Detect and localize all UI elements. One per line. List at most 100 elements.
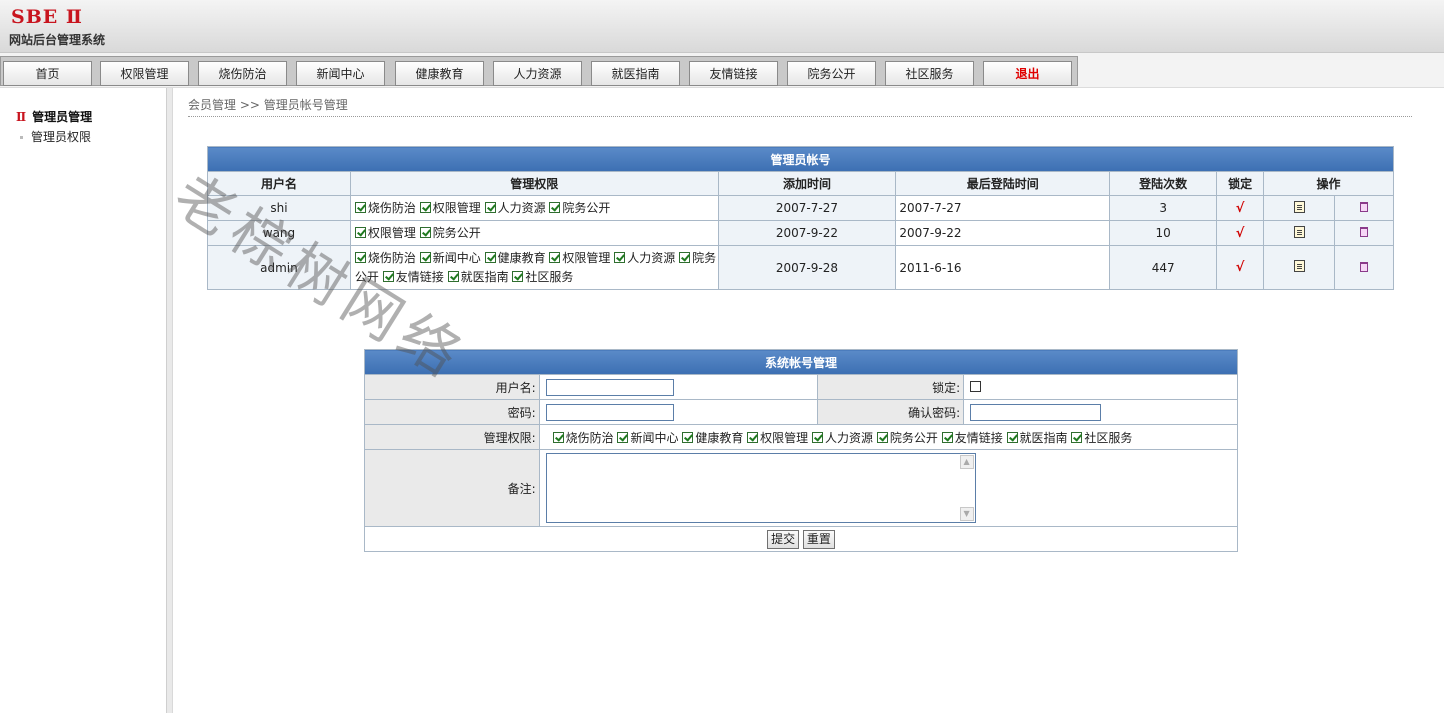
password-input[interactable] [545,403,674,421]
column-header: 登陆次数 [1109,171,1218,196]
checkbox[interactable] [549,251,561,263]
sidebar: Ⅱ 管理员管理 管理员权限 [0,88,166,713]
perm-label: 权限管理 [760,430,809,445]
checkbox[interactable] [447,270,459,282]
scroll-up-icon[interactable]: ▲ [959,455,974,469]
scroll-down-icon[interactable]: ▼ [959,507,974,521]
form-actions: 提交 重置 [364,526,1238,552]
trash-icon[interactable] [1359,202,1368,212]
lock-check-icon[interactable]: √ [1236,260,1245,275]
username-cell [538,374,819,400]
permissions-cell: 烧伤防治 新闻中心 健康教育 权限管理 人力资源 院务公开 友情链接 就医指南 … [538,424,1239,450]
checkbox[interactable] [617,431,629,443]
perm-label: 新闻中心 [432,250,481,265]
nav-hr[interactable]: 人力资源 [493,61,582,86]
checkbox[interactable] [512,270,524,282]
nav-affairs[interactable]: 院务公开 [787,61,876,86]
nav-links[interactable]: 友情链接 [689,61,778,86]
sidebar-item-admin-permissions[interactable]: 管理员权限 [20,128,91,145]
divider [188,116,1412,117]
lock-label: 锁定: [817,374,965,400]
remark-textarea[interactable]: ▲ ▼ [545,453,976,523]
checkbox[interactable] [354,226,366,238]
edit-icon[interactable] [1293,225,1305,238]
checkbox[interactable] [419,201,431,213]
accounts-table: 管理员帐号 用户名 管理权限 添加时间 最后登陆时间 登陆次数 锁定 操作 sh… [207,146,1395,290]
checkbox[interactable] [419,226,431,238]
delete-cell [1333,195,1395,221]
perm-label: 人力资源 [497,200,546,215]
checkbox[interactable] [941,431,953,443]
checkbox[interactable] [682,431,694,443]
lock-check-icon[interactable]: √ [1236,226,1245,241]
added-time-cell: 2007-9-28 [717,245,897,290]
checkbox[interactable] [876,431,888,443]
last-login-cell: 2007-9-22 [895,220,1111,246]
checkbox[interactable] [549,201,561,213]
checkbox[interactable] [1071,431,1083,443]
checkbox[interactable] [679,251,691,263]
checkbox[interactable] [812,431,823,443]
sidebar-item-label: 管理员权限 [31,130,92,144]
sidebar-splitter[interactable] [166,88,173,713]
perm-label: 院务公开 [889,430,938,445]
perm-label: 权限管理 [562,250,611,265]
confirm-password-input[interactable] [970,403,1102,421]
perm-label: 友情链接 [395,269,444,284]
checkbox[interactable] [747,431,759,443]
lock-checkbox[interactable] [970,381,982,392]
checkbox[interactable] [614,251,626,263]
column-header: 最后登陆时间 [895,171,1111,196]
lock-cell: √ [1216,220,1265,246]
nav-logout[interactable]: 退出 [983,61,1072,86]
username-input[interactable] [545,378,674,396]
breadcrumb: 会员管理 >> 管理员帐号管理 [188,98,348,112]
lock-check-icon[interactable]: √ [1236,201,1245,216]
last-login-cell: 2007-7-27 [895,195,1111,221]
bullet-icon [20,136,23,139]
nav-community[interactable]: 社区服务 [885,61,974,86]
nav-permissions[interactable]: 权限管理 [100,61,189,86]
last-login-cell: 2011-6-16 [895,245,1111,290]
checkbox[interactable] [1006,431,1018,443]
nav-medical-guide[interactable]: 就医指南 [591,61,680,86]
username-cell: admin [207,245,351,290]
perm-label: 就医指南 [460,269,509,284]
edit-cell [1263,245,1335,290]
nav-news[interactable]: 新闻中心 [296,61,385,86]
nav-health-education[interactable]: 健康教育 [395,61,484,86]
checkbox[interactable] [354,251,366,263]
nav-home[interactable]: 首页 [3,61,92,86]
lock-cell [963,374,1238,400]
checkbox[interactable] [419,251,431,263]
remark-label: 备注: [364,449,540,527]
submit-button[interactable]: 提交 [767,529,800,549]
login-count-cell: 447 [1109,245,1218,290]
nav-strip: 首页 权限管理 烧伤防治 新闻中心 健康教育 人力资源 就医指南 友情链接 院务… [0,56,1078,86]
lock-cell: √ [1216,195,1265,221]
checkbox[interactable] [484,201,496,213]
edit-icon[interactable] [1293,200,1305,213]
perm-label: 烧伤防治 [367,200,416,215]
column-header: 锁定 [1216,171,1265,196]
perm-label: 健康教育 [695,430,744,445]
lock-cell: √ [1216,245,1265,290]
sidebar-heading-mark: Ⅱ [16,110,27,124]
permissions-cell: 烧伤防治 权限管理 人力资源 院务公开 [349,195,719,221]
trash-icon[interactable] [1359,227,1368,237]
header: SBE Ⅱ 网站后台管理系统 [0,0,1444,53]
trash-icon[interactable] [1359,261,1368,272]
checkbox[interactable] [354,201,366,213]
sidebar-heading: Ⅱ 管理员管理 [16,108,92,125]
sidebar-heading-label: 管理员管理 [32,110,93,124]
perm-label: 院务公开 [562,200,611,215]
edit-icon[interactable] [1293,260,1305,272]
reset-button[interactable]: 重置 [802,529,835,549]
delete-cell [1333,245,1395,290]
checkbox[interactable] [382,270,394,282]
nav-burn-prevention[interactable]: 烧伤防治 [198,61,287,86]
table-row: admin 烧伤防治 新闻中心 健康教育 权限管理 人力资源 院务公开 友情链接… [207,245,1395,290]
checkbox[interactable] [484,251,496,263]
checkbox[interactable] [552,431,564,443]
perm-label: 院务公开 [432,225,481,240]
